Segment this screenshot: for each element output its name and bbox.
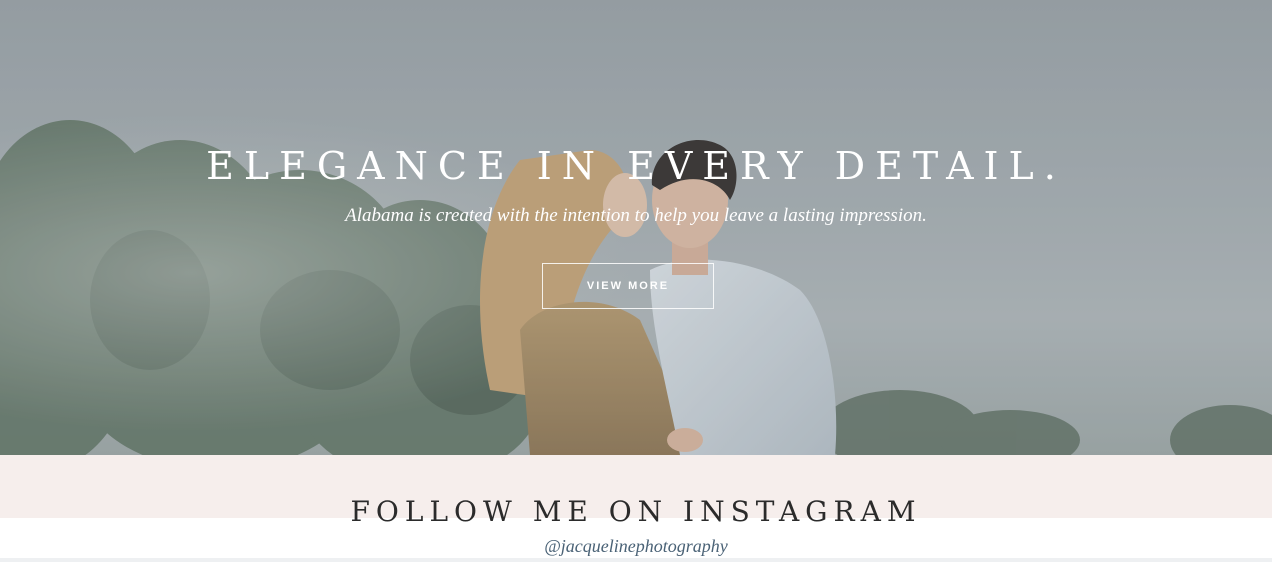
hero-section: ELEGANCE IN EVERY DETAIL. Alabama is cre… [0,0,1272,455]
section-divider [0,558,1272,562]
hero-subtitle: Alabama is created with the intention to… [345,205,927,226]
view-more-button[interactable]: VIEW MORE [542,263,714,309]
instagram-handle-link[interactable]: @jacquelinephotography [0,535,1272,557]
instagram-heading: FOLLOW ME ON INSTAGRAM [350,495,922,528]
hero-title: ELEGANCE IN EVERY DETAIL. [206,144,1066,188]
